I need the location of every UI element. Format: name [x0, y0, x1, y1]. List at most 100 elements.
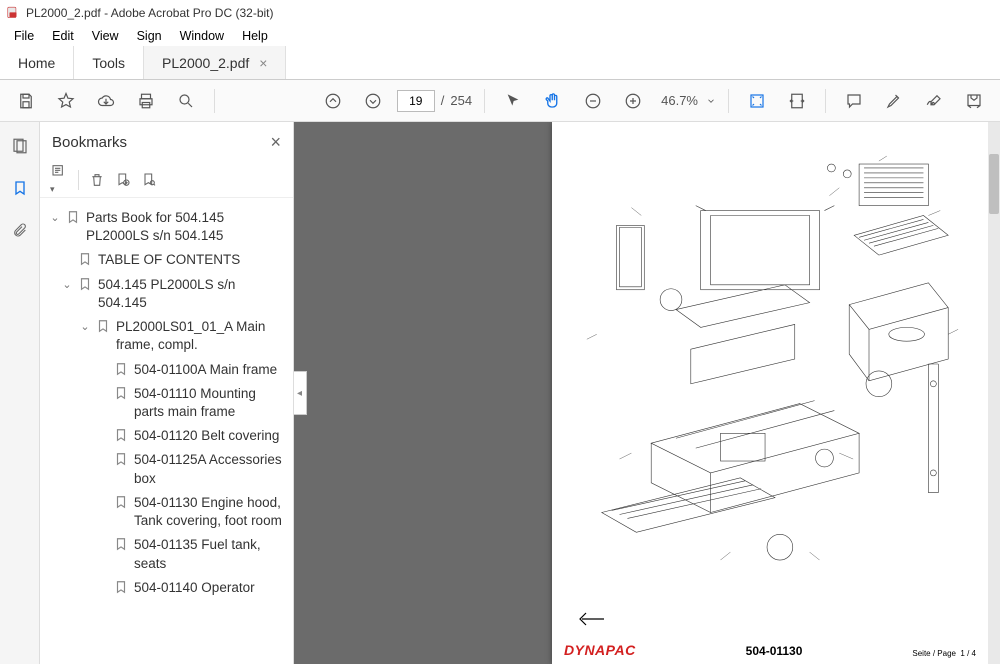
stamp-button[interactable] [958, 85, 990, 117]
select-tool-button[interactable] [497, 85, 529, 117]
page-up-button[interactable] [317, 85, 349, 117]
zoom-in-button[interactable] [617, 85, 649, 117]
back-arrow-icon [576, 610, 606, 628]
bookmark-label: 504-01100A Main frame [134, 361, 287, 379]
bookmark-item[interactable]: 504-01130 Engine hood, Tank covering, fo… [46, 491, 289, 533]
toolbar-separator [78, 170, 79, 190]
chevron-down-icon [706, 96, 716, 106]
delete-bookmark-button[interactable] [89, 172, 105, 188]
star-button[interactable] [50, 85, 82, 117]
panel-title: Bookmarks [52, 134, 127, 151]
vertical-scrollbar[interactable] [988, 122, 1000, 664]
bookmark-item[interactable]: ⌄ PL2000LS01_01_A Main frame, compl. [46, 315, 289, 357]
page-sep: / [441, 93, 445, 108]
collapse-icon[interactable]: ⌄ [48, 209, 62, 226]
bookmark-item[interactable]: 504-01135 Fuel tank, seats [46, 533, 289, 575]
bookmark-item[interactable]: TABLE OF CONTENTS [46, 248, 289, 272]
zoom-out-button[interactable] [577, 85, 609, 117]
bookmark-label: Parts Book for 504.145 PL2000LS s/n 504.… [86, 209, 287, 245]
bookmark-icon [114, 427, 130, 442]
bookmark-label: 504-01110 Mounting parts main frame [134, 385, 287, 421]
zoom-select[interactable]: 46.7% [657, 91, 716, 110]
zoom-value: 46.7% [657, 91, 702, 110]
main-area: Bookmarks × ▾ ⌄ Parts Book for 504.145 P… [0, 122, 1000, 664]
pdf-page: DYNAPAC 504-01130 Seite / Page 1 / 4 [552, 122, 988, 664]
panel-toolbar: ▾ [40, 162, 293, 198]
find-button[interactable] [170, 85, 202, 117]
comment-button[interactable] [838, 85, 870, 117]
bookmark-label: PL2000LS01_01_A Main frame, compl. [116, 318, 287, 354]
menu-edit[interactable]: Edit [44, 27, 82, 45]
bookmark-item[interactable]: ⌄ Parts Book for 504.145 PL2000LS s/n 50… [46, 206, 289, 248]
collapse-icon[interactable]: ⌄ [78, 318, 92, 335]
bookmark-icon [96, 318, 112, 333]
bookmark-icon [78, 251, 94, 266]
scrollbar-thumb[interactable] [989, 154, 999, 214]
menu-view[interactable]: View [84, 27, 127, 45]
menu-help[interactable]: Help [234, 27, 276, 45]
bookmark-item[interactable]: 504-01140 Operator [46, 576, 289, 600]
collapse-icon[interactable]: ⌄ [60, 276, 74, 293]
bookmark-item[interactable]: 504-01100A Main frame [46, 358, 289, 382]
menu-bar: File Edit View Sign Window Help [0, 26, 1000, 46]
attachments-rail-button[interactable] [8, 218, 32, 242]
bookmark-label: 504-01135 Fuel tank, seats [134, 536, 287, 572]
new-bookmark-button[interactable] [115, 172, 131, 188]
bookmark-label: 504-01125A Accessories box [134, 451, 287, 487]
bookmark-label: 504-01130 Engine hood, Tank covering, fo… [134, 494, 287, 530]
highlight-button[interactable] [878, 85, 910, 117]
thumbnails-rail-button[interactable] [8, 134, 32, 158]
tab-home[interactable]: Home [0, 46, 74, 79]
hand-tool-button[interactable] [537, 85, 569, 117]
page-total: 254 [450, 93, 472, 108]
sign-tool-button[interactable] [918, 85, 950, 117]
print-button[interactable] [130, 85, 162, 117]
menu-window[interactable]: Window [172, 27, 232, 45]
bookmark-label: 504-01120 Belt covering [134, 427, 287, 445]
bookmarks-rail-button[interactable] [8, 176, 32, 200]
options-button[interactable]: ▾ [50, 163, 68, 197]
tab-tools[interactable]: Tools [74, 46, 144, 79]
main-toolbar: / 254 46.7% [0, 80, 1000, 122]
save-button[interactable] [10, 85, 42, 117]
toolbar-separator [214, 89, 215, 113]
page-indicator: / 254 [397, 90, 472, 112]
collapse-panel-button[interactable]: ◂ [294, 371, 307, 415]
window-titlebar: PL2000_2.pdf - Adobe Acrobat Pro DC (32-… [0, 0, 1000, 26]
toolbar-separator [728, 89, 729, 113]
bookmark-item[interactable]: 504-01110 Mounting parts main frame [46, 382, 289, 424]
page-number-input[interactable] [397, 90, 435, 112]
bookmark-icon [114, 494, 130, 509]
menu-sign[interactable]: Sign [129, 27, 170, 45]
fit-width-button[interactable] [781, 85, 813, 117]
find-bookmark-button[interactable] [141, 172, 157, 188]
bookmark-item[interactable]: 504-01120 Belt covering [46, 424, 289, 448]
bookmark-item[interactable]: ⌄ 504.145 PL2000LS s/n 504.145 [46, 273, 289, 315]
cloud-button[interactable] [90, 85, 122, 117]
toolbar-separator [825, 89, 826, 113]
page-footer: DYNAPAC 504-01130 Seite / Page 1 / 4 [552, 642, 988, 658]
part-number: 504-01130 [746, 644, 803, 658]
document-tabs: Home Tools PL2000_2.pdf × [0, 46, 1000, 80]
window-title: PL2000_2.pdf - Adobe Acrobat Pro DC (32-… [26, 6, 273, 20]
close-panel-button[interactable]: × [270, 132, 281, 153]
document-viewer[interactable]: ◂ [294, 122, 1000, 664]
fit-page-button[interactable] [741, 85, 773, 117]
panel-header: Bookmarks × [40, 122, 293, 162]
bookmark-icon [78, 276, 94, 291]
bookmark-label: 504-01140 Operator [134, 579, 287, 597]
bookmark-label: TABLE OF CONTENTS [98, 251, 287, 269]
bookmark-icon [114, 579, 130, 594]
tab-document-label: PL2000_2.pdf [162, 55, 249, 71]
bookmark-icon [114, 451, 130, 466]
menu-file[interactable]: File [6, 27, 42, 45]
tab-document[interactable]: PL2000_2.pdf × [144, 46, 286, 79]
bookmark-item[interactable]: 504-01125A Accessories box [46, 448, 289, 490]
page-number-label: Seite / Page 1 / 4 [912, 649, 976, 658]
pdf-icon [6, 6, 20, 20]
page-down-button[interactable] [357, 85, 389, 117]
bookmark-icon [66, 209, 82, 224]
bookmarks-tree[interactable]: ⌄ Parts Book for 504.145 PL2000LS s/n 50… [40, 198, 293, 664]
exploded-diagram [572, 134, 968, 594]
close-icon[interactable]: × [259, 55, 267, 71]
